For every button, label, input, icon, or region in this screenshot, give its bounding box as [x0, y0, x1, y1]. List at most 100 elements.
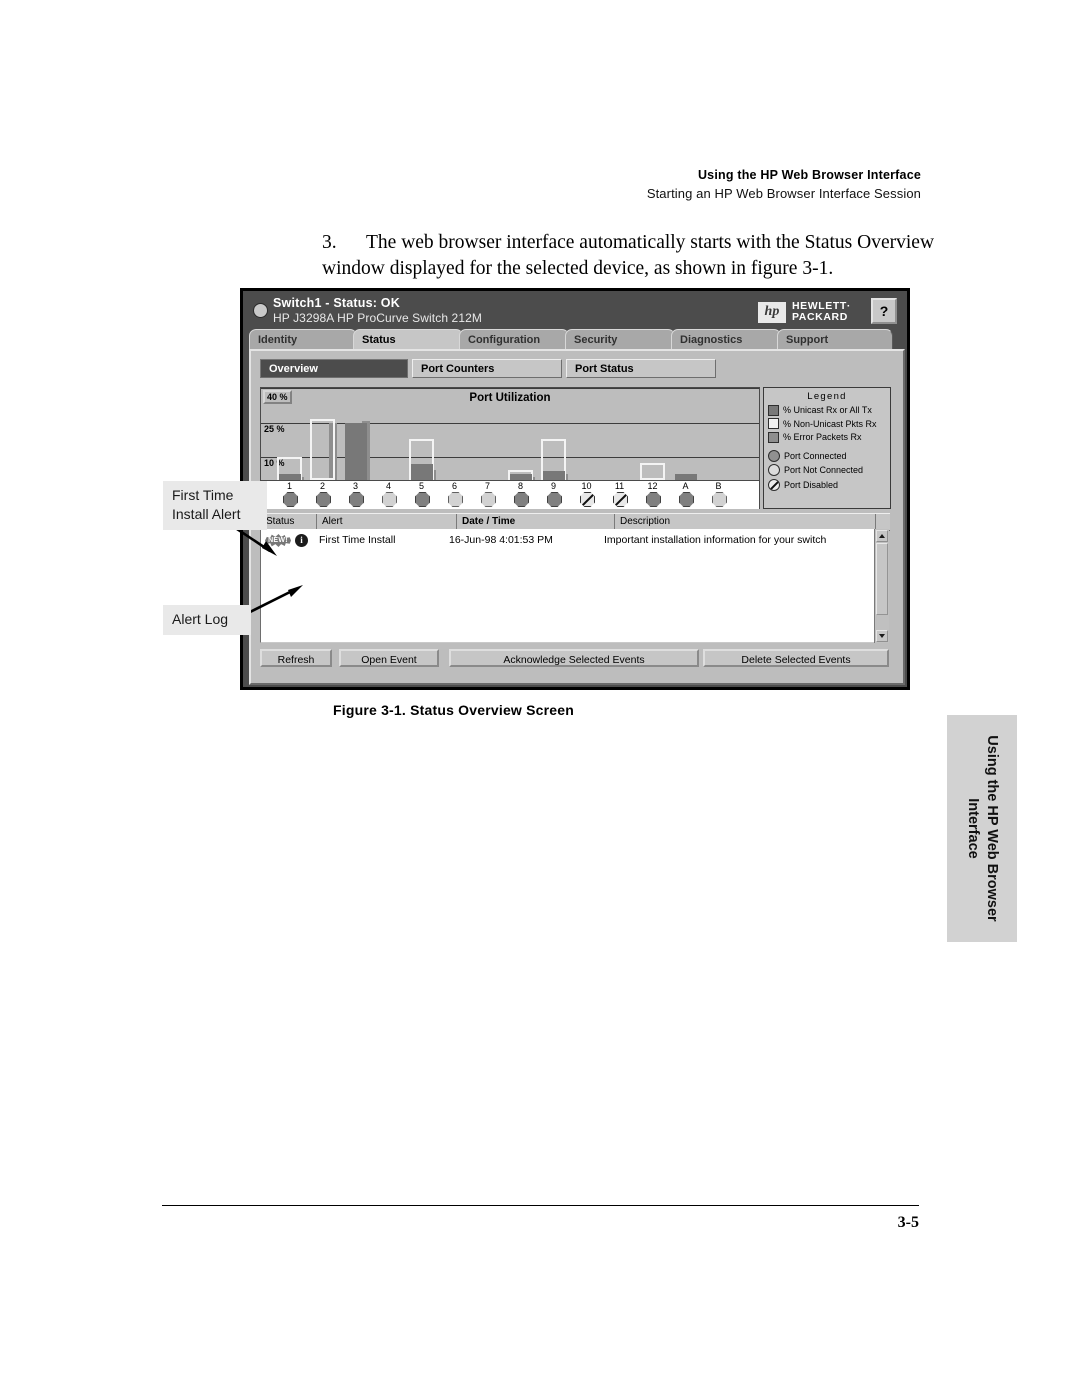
table-row[interactable]: NEW! i First Time Install 16-Jun-98 4:01…	[261, 531, 875, 549]
port-status-not-connected-icon	[382, 492, 397, 507]
footer-rule	[162, 1205, 919, 1206]
port-status-disabled-icon	[580, 492, 595, 507]
port-cell-1[interactable]: 1	[273, 481, 306, 507]
side-tab-text: Using the HP Web Browser Interface	[947, 715, 1017, 942]
column-header-alert[interactable]: Alert	[317, 514, 457, 530]
hp-mark-text: hp	[764, 304, 780, 319]
port-utilization-chart: Port Utilization 10 % 25 % 40 % 1234567891…	[260, 387, 760, 509]
chart-plot-area: Port Utilization 10 % 25 % 40 %	[261, 388, 759, 480]
port-cell-5[interactable]: 5	[405, 481, 438, 507]
callout-label-2: Alert Log	[172, 611, 229, 627]
cell-description: Important installation information for y…	[604, 534, 827, 546]
tab-label: Configuration	[468, 334, 541, 346]
port-cell-7[interactable]: 7	[471, 481, 504, 507]
column-header-description[interactable]: Description	[615, 514, 876, 530]
port-number-label: 4	[385, 481, 391, 491]
page-number: 3-5	[897, 1214, 919, 1231]
legend-item-label: % Non-Unicast Pkts Rx	[783, 418, 877, 429]
new-badge-icon: NEW!	[265, 534, 291, 547]
port-cell-8[interactable]: 8	[504, 481, 537, 507]
port-cell-B[interactable]: B	[702, 481, 735, 507]
port-cell-2[interactable]: 2	[306, 481, 339, 507]
square-white-icon	[768, 418, 779, 429]
alert-log-scrollbar[interactable]	[874, 529, 889, 643]
delete-selected-events-button[interactable]: Delete Selected Events	[703, 649, 889, 667]
legend-item-label: % Unicast Rx or All Tx	[783, 405, 872, 415]
port-status-connected-icon	[646, 492, 661, 507]
port-status-indicator	[349, 492, 364, 507]
bar-unicast	[411, 463, 433, 480]
port-cell-A[interactable]: A	[669, 481, 702, 507]
tab-security[interactable]: Security	[565, 329, 675, 349]
port-cell-9[interactable]: 9	[537, 481, 570, 507]
scroll-up-button[interactable]	[876, 530, 888, 542]
port-status-indicator	[448, 492, 463, 507]
chart-port-axis: 1 2 3 4 5 6 7 8 9 10 11 12 A B	[261, 480, 759, 509]
help-button[interactable]: ?	[871, 298, 897, 324]
port-status-connected-icon	[349, 492, 364, 507]
scrollbar-thumb[interactable]	[876, 543, 888, 615]
port-cell-3[interactable]: 3	[339, 481, 372, 507]
cell-alert: First Time Install	[319, 534, 396, 546]
tab-configuration[interactable]: Configuration	[459, 329, 569, 349]
port-status-not-connected-icon	[481, 492, 496, 507]
column-header-label: Alert	[322, 516, 343, 527]
tab-support[interactable]: Support	[777, 329, 893, 349]
port-status-connected-icon	[283, 492, 298, 507]
subtab-overview[interactable]: Overview	[260, 359, 408, 378]
column-header-label: Description	[620, 516, 671, 527]
port-number-label: 5	[418, 481, 424, 491]
column-header-date-time[interactable]: Date / Time	[457, 514, 615, 530]
acknowledge-selected-events-button[interactable]: Acknowledge Selected Events	[449, 649, 699, 667]
content-panel: Overview Port Counters Port Status Port Ut…	[249, 349, 905, 685]
port-number-label: 7	[484, 481, 490, 491]
open-event-button[interactable]: Open Event	[339, 649, 439, 667]
port-cell-4[interactable]: 4	[372, 481, 405, 507]
circle-dark-icon	[768, 449, 780, 462]
tab-diagnostics[interactable]: Diagnostics	[671, 329, 781, 349]
side-tab-line1: Using the HP Web Browser	[984, 735, 1000, 922]
tab-identity[interactable]: Identity	[249, 329, 357, 349]
port-status-indicator	[613, 492, 628, 507]
port-status-indicator	[415, 492, 430, 507]
legend-item-label: Port Not Connected	[784, 465, 864, 475]
callout-arrows	[221, 517, 303, 619]
button-label: Acknowledge Selected Events	[503, 654, 645, 666]
port-status-indicator	[481, 492, 496, 507]
port-status-indicator	[514, 492, 529, 507]
column-header-status[interactable]: Status	[261, 514, 317, 530]
scroll-down-button[interactable]	[876, 630, 888, 642]
port-cell-11[interactable]: 11	[603, 481, 636, 507]
tab-label: Identity	[258, 334, 298, 346]
circle-slashed-icon	[768, 478, 780, 491]
status-led-icon	[253, 303, 268, 318]
legend-item: Port Connected	[768, 449, 890, 462]
tab-status[interactable]: Status	[353, 329, 463, 349]
running-head-title: Using the HP Web Browser Interface	[697, 168, 921, 182]
legend-title: Legend	[807, 391, 847, 402]
document-page: Using the HP Web Browser Interface Start…	[0, 0, 1080, 1397]
alert-table-body: NEW! i First Time Install 16-Jun-98 4:01…	[260, 529, 889, 643]
legend-item: % Unicast Rx or All Tx	[768, 404, 890, 416]
figure-screenshot: Switch1 - Status: OK HP J3298A HP ProCur…	[240, 288, 910, 690]
hp-logo: hp HEWLETT· PACKARD	[757, 299, 851, 325]
step-number: 3.	[322, 232, 337, 253]
port-status-disabled-icon	[613, 492, 628, 507]
info-icon: i	[295, 534, 308, 547]
button-label: Delete Selected Events	[741, 654, 851, 666]
tab-label: Diagnostics	[680, 334, 743, 346]
port-status-indicator	[316, 492, 331, 507]
running-head: Using the HP Web Browser Interface Start…	[647, 168, 921, 201]
refresh-button[interactable]: Refresh	[260, 649, 332, 667]
window-title: Switch1 - Status: OK	[273, 296, 400, 310]
port-cell-10[interactable]: 10	[570, 481, 603, 507]
figure-caption: Figure 3-1. Status Overview Screen	[333, 702, 575, 718]
subtab-port-status[interactable]: Port Status	[566, 359, 716, 378]
port-cell-12[interactable]: 12	[636, 481, 669, 507]
chevron-up-icon	[879, 534, 885, 538]
port-number-label: 8	[517, 481, 523, 491]
port-cell-6[interactable]: 6	[438, 481, 471, 507]
port-number-label: 6	[451, 481, 457, 491]
subtab-port-counters[interactable]: Port Counters	[412, 359, 562, 378]
port-number-label: 3	[352, 481, 358, 491]
